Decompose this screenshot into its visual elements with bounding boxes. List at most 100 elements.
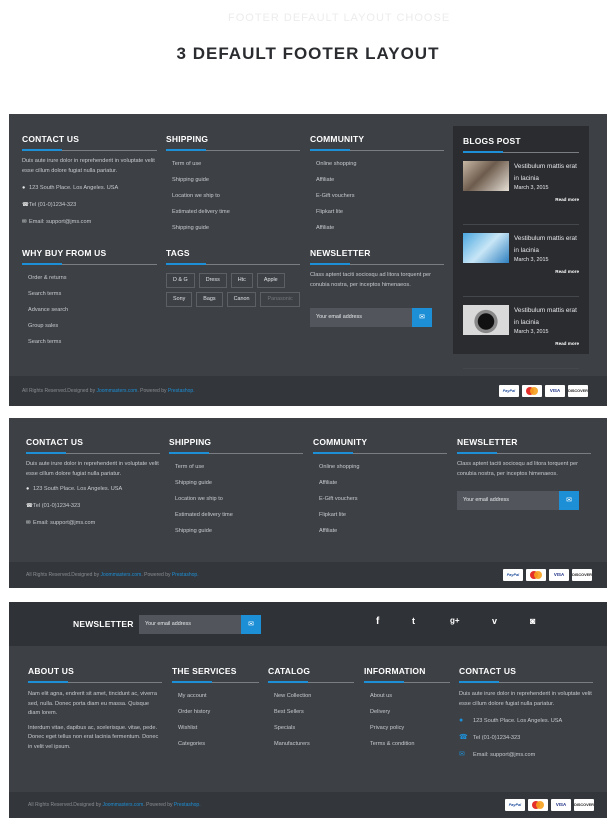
subscribe-button[interactable]: ✉ (559, 491, 579, 510)
services-link[interactable]: Categories (172, 736, 259, 752)
payment-icons: PayPal VISA DISCOVER (503, 569, 592, 581)
powered-link[interactable]: Prestashop. (172, 572, 199, 578)
newsletter-column: NEWSLETTER Class aptent taciti sociosqu … (457, 437, 591, 510)
tag-item[interactable]: Panasonic (260, 292, 300, 307)
tag-item[interactable]: Canon (226, 292, 257, 307)
footer-layout-2: CONTACT US Duis aute irure dolor in repr… (9, 418, 607, 588)
heading-underline (172, 681, 259, 683)
paypal-icon: PayPal (505, 799, 525, 811)
shipping-link[interactable]: Term of use (169, 459, 303, 475)
payment-icons: PayPal VISA DISCOVER (505, 799, 594, 811)
community-link[interactable]: Affiliate (310, 220, 444, 236)
shipping-list: Term of use Shipping guide Location we shi… (169, 459, 303, 539)
contact-email[interactable]: ✉ Email: support@jms.com (22, 214, 157, 231)
contact-email[interactable]: ✉ Email: support@jms.com (459, 746, 593, 763)
read-more-link[interactable]: Read more (555, 341, 579, 346)
contact-column: CONTACT US Duis aute irure dolor in repr… (22, 134, 157, 231)
discover-icon: DISCOVER (574, 799, 594, 811)
catalog-link[interactable]: Specials (268, 720, 354, 736)
powered-link[interactable]: Prestashop. (174, 802, 201, 808)
shipping-link[interactable]: Shipping guide (166, 172, 300, 188)
information-link[interactable]: About us (364, 688, 450, 704)
shipping-link[interactable]: Shipping guide (169, 523, 303, 539)
community-heading: COMMUNITY (313, 437, 368, 447)
community-link[interactable]: E-Gift vouchers (310, 188, 444, 204)
shipping-link[interactable]: Location we ship to (169, 491, 303, 507)
community-link[interactable]: Flipkart lite (313, 507, 447, 523)
shipping-link[interactable]: Term of use (166, 156, 300, 172)
read-more-link[interactable]: Read more (555, 269, 579, 274)
email-input[interactable]: Your email address (145, 615, 191, 634)
community-link[interactable]: Affiliate (313, 475, 447, 491)
catalog-link[interactable]: New Collection (268, 688, 354, 704)
services-link[interactable]: Wishlist (172, 720, 259, 736)
phone-icon: ☎ (459, 734, 468, 741)
map-marker-icon: ● (459, 717, 464, 724)
email-input[interactable]: Your email address (316, 308, 362, 327)
designer-link[interactable]: Joommasters.com (100, 572, 141, 578)
information-link[interactable]: Terms & condition (364, 736, 450, 752)
services-link[interactable]: My account (172, 688, 259, 704)
facebook-icon[interactable]: f (376, 616, 379, 627)
shipping-link[interactable]: Estimated delivery time (169, 507, 303, 523)
tag-item[interactable]: D & G (166, 273, 195, 288)
information-link[interactable]: Privacy policy (364, 720, 450, 736)
newsletter-column: NEWSLETTER Class aptent taciti sociosqu … (310, 248, 444, 327)
blog-thumbnail[interactable] (463, 161, 509, 191)
why-buy-link[interactable]: Search terms (22, 286, 157, 302)
about-column: ABOUT US Nam elit agna, endrerit sit ame… (28, 666, 162, 752)
shipping-link[interactable]: Shipping guide (166, 220, 300, 236)
email-input[interactable]: Your email address (463, 491, 509, 510)
catalog-link[interactable]: Best Sellers (268, 704, 354, 720)
why-buy-link[interactable]: Search terms (22, 334, 157, 350)
blog-thumbnail[interactable] (463, 305, 509, 335)
copyright-bar: All Rights Reserved.Designed by Joommast… (9, 562, 607, 588)
tag-item[interactable]: Dress (198, 273, 227, 288)
shipping-link[interactable]: Estimated delivery time (166, 204, 300, 220)
contact-email[interactable]: ✉ Email: support@jms.com (26, 515, 160, 532)
shipping-link[interactable]: Shipping guide (169, 475, 303, 491)
tag-item[interactable]: Htc (230, 273, 253, 288)
community-link[interactable]: Affiliate (310, 172, 444, 188)
tag-item[interactable]: Bags (196, 292, 223, 307)
envelope-icon: ✉ (26, 520, 31, 526)
visa-icon: VISA (551, 799, 571, 811)
designer-link[interactable]: Joommasters.com (102, 802, 143, 808)
twitter-icon[interactable]: t (412, 616, 415, 626)
google-plus-icon[interactable]: g+ (450, 616, 460, 625)
community-link[interactable]: E-Gift vouchers (313, 491, 447, 507)
vimeo-icon[interactable]: v (492, 616, 497, 626)
contact-address: ● 123 South Place. Los Angeles. USA (22, 180, 157, 197)
information-column: INFORMATION About us Delivery Privacy poli… (364, 666, 450, 752)
why-buy-link[interactable]: Group sales (22, 318, 157, 334)
why-buy-link[interactable]: Order & returns (22, 270, 157, 286)
catalog-link[interactable]: Manufacturers (268, 736, 354, 752)
contact-description: Duis aute irure dolor in reprehenderit i… (26, 461, 159, 477)
tag-item[interactable]: Sony (166, 292, 193, 307)
information-link[interactable]: Delivery (364, 704, 450, 720)
subscribe-button[interactable]: ✉ (241, 615, 261, 634)
shipping-link[interactable]: Location we ship to (166, 188, 300, 204)
community-link[interactable]: Affiliate (313, 523, 447, 539)
designer-link[interactable]: Joommasters.com (96, 388, 137, 394)
community-link[interactable]: Flipkart lite (310, 204, 444, 220)
why-buy-link[interactable]: Advance search (22, 302, 157, 318)
read-more-link[interactable]: Read more (555, 197, 579, 202)
why-buy-column: WHY BUY FROM US Order & returns Search te… (22, 248, 157, 350)
heading-underline (463, 151, 579, 153)
community-link[interactable]: Online shopping (313, 459, 447, 475)
blog-title[interactable]: Vestibulum mattis erat in lacinia (514, 305, 579, 329)
tag-item[interactable]: Apple (256, 273, 285, 288)
community-list: Online shopping Affiliate E-Gift vouchers F… (313, 459, 447, 539)
blog-thumbnail[interactable] (463, 233, 509, 263)
faint-heading: FOOTER DEFAULT LAYOUT CHOOSE (228, 12, 451, 24)
services-link[interactable]: Order history (172, 704, 259, 720)
powered-link[interactable]: Prestashop. (168, 388, 195, 394)
blog-title[interactable]: Vestibulum mattis erat in lacinia (514, 161, 579, 185)
blog-title[interactable]: Vestibulum mattis erat in lacinia (514, 233, 579, 257)
instagram-icon[interactable]: ◙ (530, 616, 535, 626)
services-column: THE SERVICES My account Order history Wish… (172, 666, 259, 752)
community-link[interactable]: Online shopping (310, 156, 444, 172)
contact-description: Duis aute irure dolor in reprehenderit i… (22, 158, 155, 174)
subscribe-button[interactable]: ✉ (412, 308, 432, 327)
